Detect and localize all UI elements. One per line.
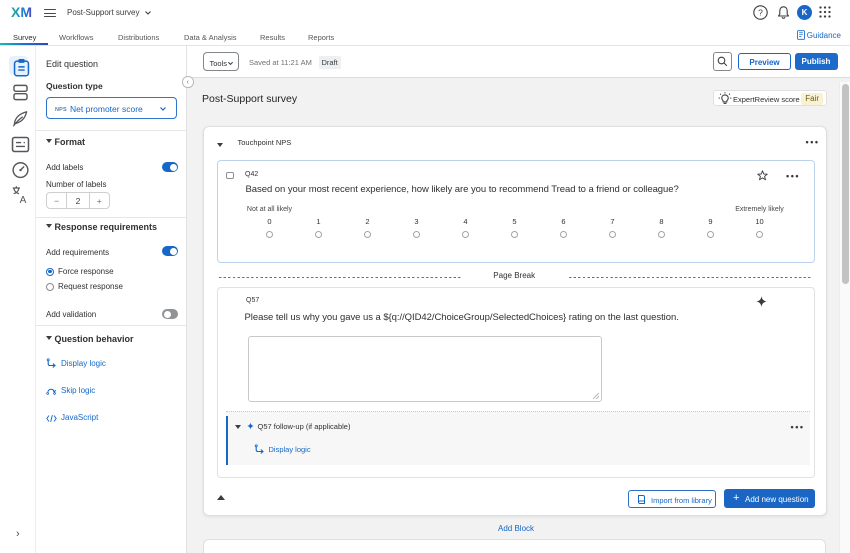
svg-text:?: ? xyxy=(758,8,763,18)
svg-text:XM: XM xyxy=(11,5,32,19)
svg-text:A: A xyxy=(20,195,27,204)
